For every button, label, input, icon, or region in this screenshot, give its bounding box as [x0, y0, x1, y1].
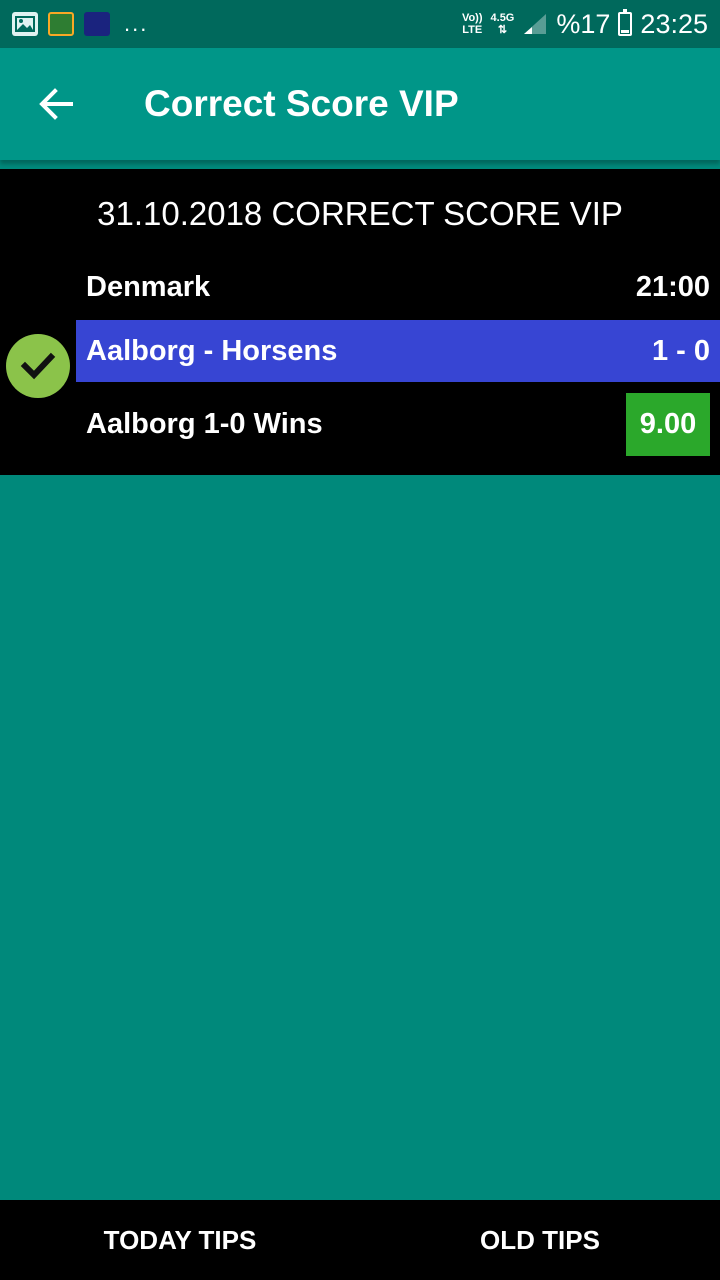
status-bar: ... Vo)) LTE 4.5G ⇅ %17 23:25 — [0, 0, 720, 48]
battery-percent: %17 — [556, 8, 611, 39]
pick-row: Aalborg 1-0 Wins 9.00 — [86, 393, 710, 456]
kickoff-time: 21:00 — [635, 271, 710, 303]
clock: 23:25 — [640, 8, 708, 39]
app-bar: Correct Score VIP — [0, 48, 720, 160]
odds-badge: 9.00 — [626, 393, 710, 456]
volte-indicator: Vo)) LTE — [461, 12, 483, 36]
app-notification-icon — [48, 12, 74, 36]
signal-icon — [524, 14, 547, 34]
match-teams: Aalborg - Horsens — [86, 334, 338, 367]
check-icon — [6, 334, 70, 398]
notification-icons: ... — [12, 12, 462, 36]
app-notification-icon — [84, 12, 110, 36]
page-title: Correct Score VIP — [144, 83, 459, 124]
battery-icon — [618, 9, 633, 36]
arrow-left-icon — [39, 88, 73, 120]
old-tips-tab[interactable]: OLD TIPS — [360, 1200, 720, 1280]
gallery-icon — [12, 12, 38, 36]
back-button[interactable] — [16, 64, 96, 144]
match-row: Aalborg - Horsens 1 - 0 — [76, 320, 720, 382]
more-notifications-indicator: ... — [124, 11, 149, 36]
today-tips-tab[interactable]: TODAY TIPS — [0, 1200, 360, 1280]
tip-heading: 31.10.2018 CORRECT SCORE VIP — [97, 195, 623, 232]
bottom-nav: TODAY TIPS OLD TIPS — [0, 1200, 720, 1280]
pick-text: Aalborg 1-0 Wins — [86, 408, 323, 440]
system-status: Vo)) LTE 4.5G ⇅ %17 23:25 — [462, 9, 708, 40]
tip-card[interactable]: 31.10.2018 CORRECT SCORE VIP Denmark 21:… — [0, 169, 720, 475]
league-row: Denmark 21:00 — [86, 271, 710, 304]
league-name: Denmark — [86, 271, 211, 303]
network-type-indicator: 4.5G ⇅ — [490, 12, 515, 36]
match-score: 1 - 0 — [651, 334, 710, 367]
battery-fill — [621, 29, 630, 33]
